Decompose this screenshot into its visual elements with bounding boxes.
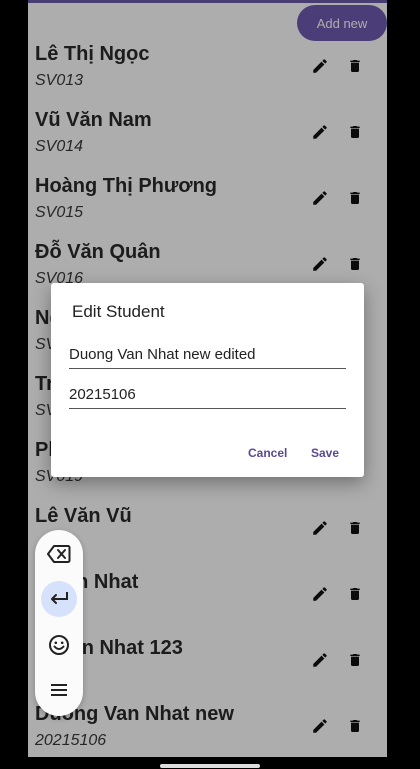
right-border <box>387 0 420 769</box>
gesture-navigation-bar[interactable] <box>160 764 260 768</box>
backspace-icon[interactable] <box>41 536 77 572</box>
left-border <box>0 0 28 769</box>
screen: Lê Thị Ngọc SV013 Vũ Văn Nam SV014 Hoàng… <box>0 0 420 769</box>
menu-icon[interactable] <box>41 672 77 708</box>
emoji-icon[interactable] <box>41 627 77 663</box>
student-name-field[interactable]: Duong Van Nhat new edited <box>69 344 346 369</box>
cancel-button[interactable]: Cancel <box>248 446 287 460</box>
save-button[interactable]: Save <box>311 446 339 460</box>
edit-student-dialog: Edit Student Duong Van Nhat new edited 2… <box>51 283 364 477</box>
dialog-title: Edit Student <box>72 302 165 321</box>
floating-keyboard-toolbar <box>35 530 83 716</box>
student-code-field[interactable]: 20215106 <box>69 384 346 409</box>
enter-icon[interactable] <box>41 581 77 617</box>
